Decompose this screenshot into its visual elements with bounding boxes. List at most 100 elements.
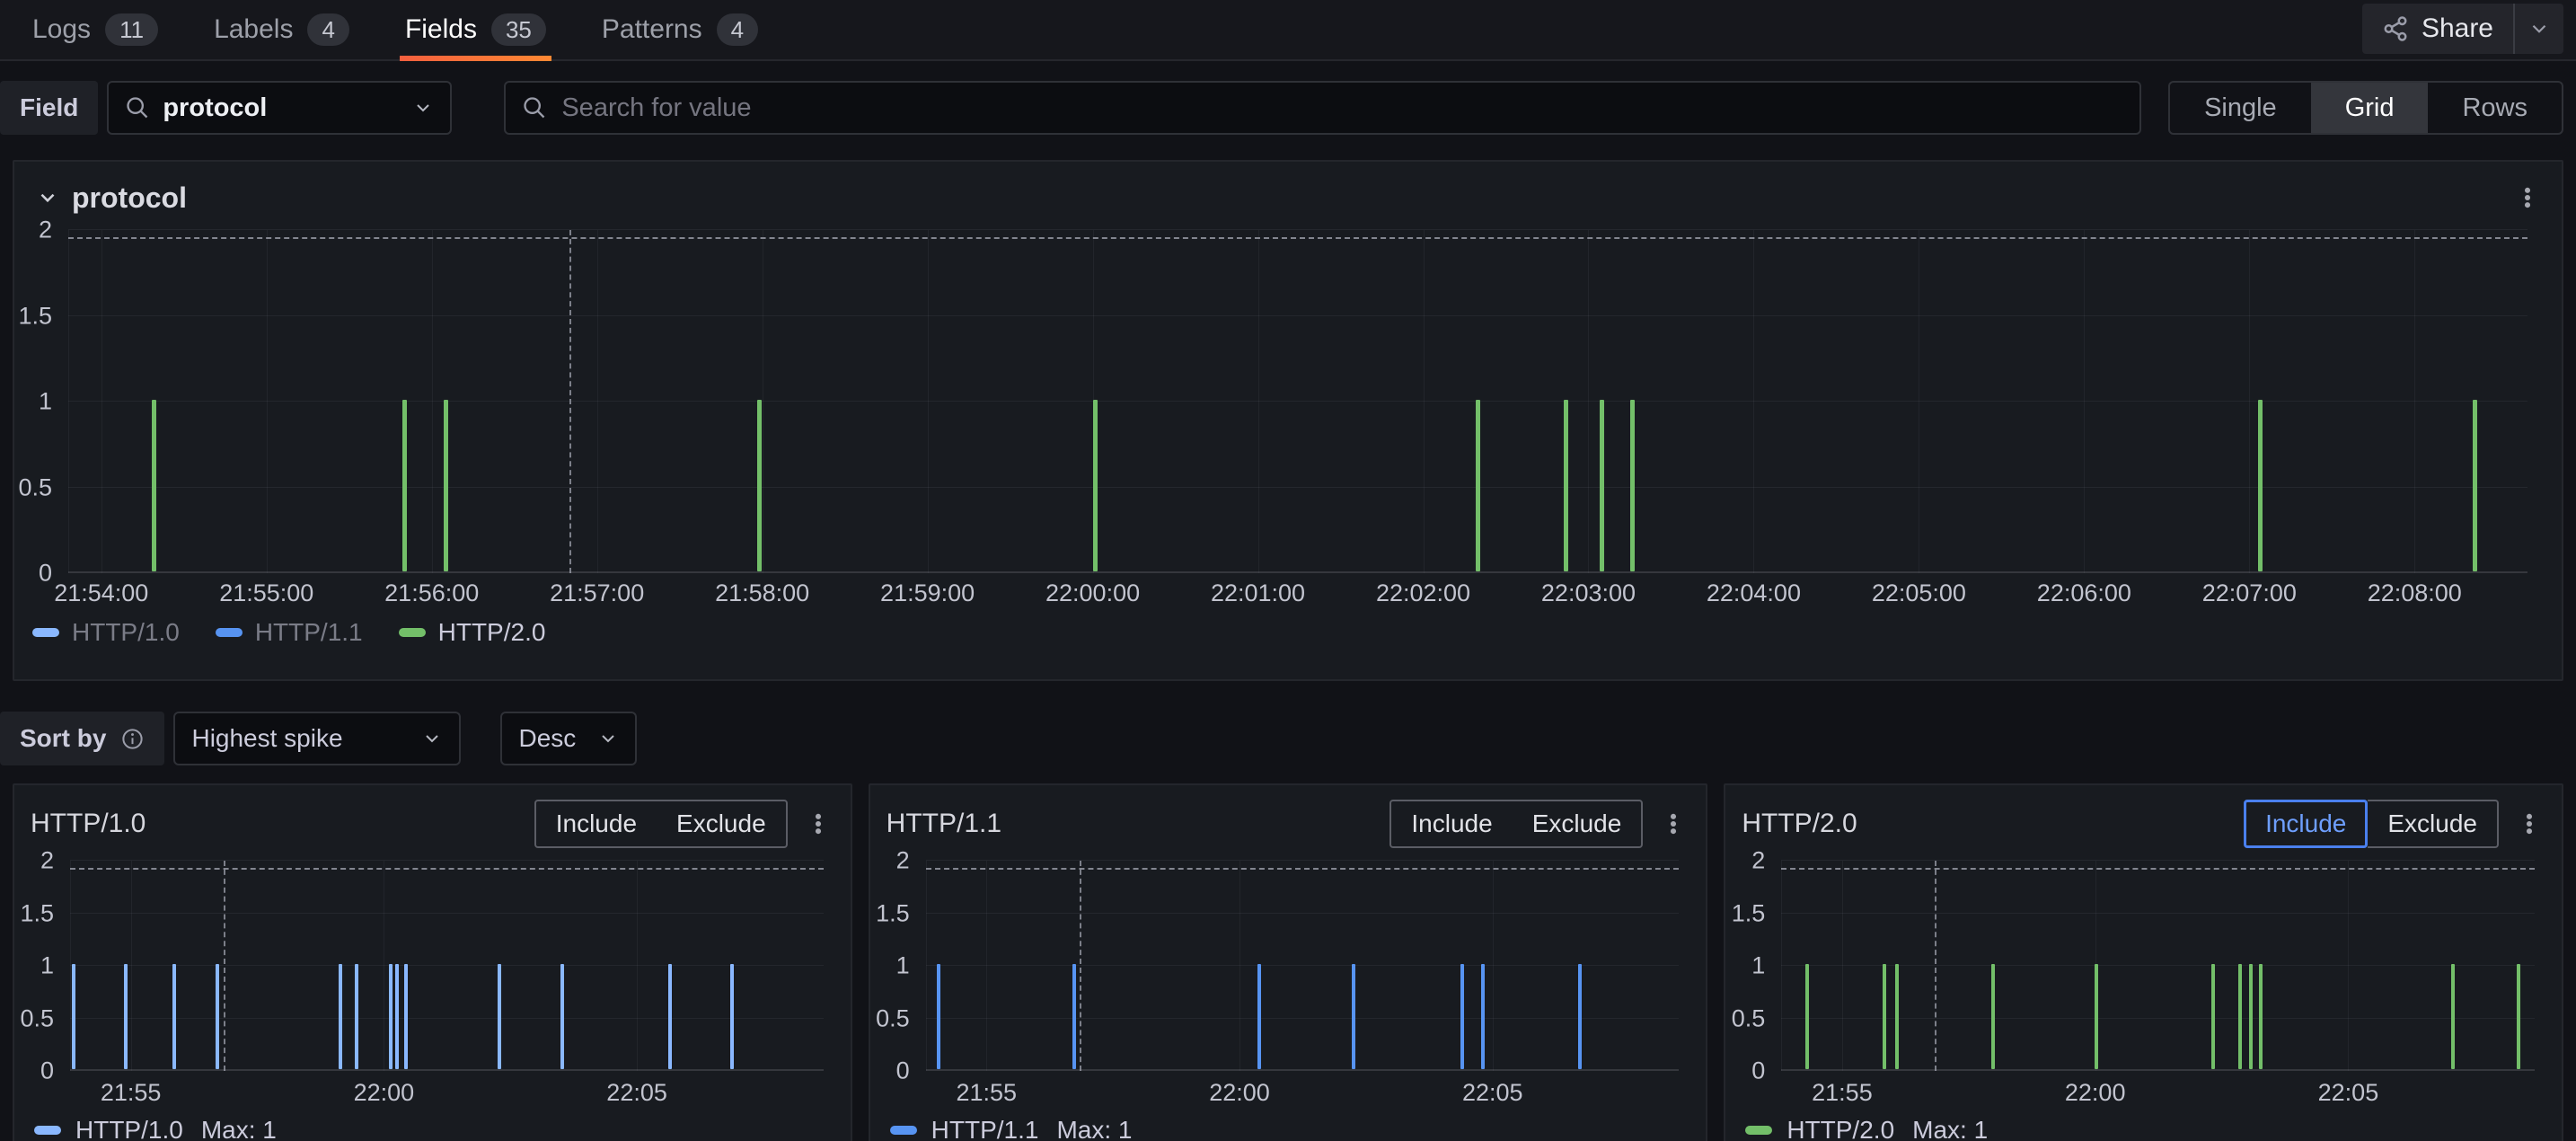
x-gridline xyxy=(986,861,987,1071)
panel-menu-kebab-icon[interactable] xyxy=(2511,181,2544,214)
legend-label: HTTP/1.0 xyxy=(75,1116,183,1141)
value-panel-header: HTTP/1.0 Include Exclude xyxy=(23,800,834,848)
include-button[interactable]: Include xyxy=(2244,800,2368,848)
exclude-button[interactable]: Exclude xyxy=(1513,801,1642,846)
x-gridline xyxy=(2414,230,2415,573)
chevron-down-icon xyxy=(597,728,619,749)
protocol-overview-panel: protocol 00.511.52 21:54:0021:55:0021:56… xyxy=(13,160,2563,681)
x-gridline xyxy=(928,230,929,573)
field-value-panels: HTTP/1.0 Include Exclude 00.511.52 21:55… xyxy=(13,783,2563,1141)
mini-chart-legend[interactable]: HTTP/1.0 Max: 1 xyxy=(34,1116,834,1141)
tab-labels[interactable]: Labels 4 xyxy=(208,0,355,59)
view-option-single[interactable]: Single xyxy=(2170,83,2311,133)
http10-bar xyxy=(216,964,219,1069)
http20-bar xyxy=(444,400,448,571)
y-gridline xyxy=(70,860,824,861)
exclude-button[interactable]: Exclude xyxy=(2368,800,2499,848)
http20-bar xyxy=(2258,400,2263,571)
http11-bar xyxy=(1352,964,1355,1069)
y-axis-labels: 00.511.52 xyxy=(23,861,61,1071)
legend-label: HTTP/1.1 xyxy=(931,1116,1039,1141)
field-select[interactable]: protocol xyxy=(107,81,452,135)
share-menu-button[interactable] xyxy=(2515,4,2563,54)
sort-direction-select[interactable]: Desc xyxy=(500,712,637,765)
x-axis-labels: 21:5522:0022:05 xyxy=(1781,1071,2535,1107)
legend-item-http10[interactable]: HTTP/1.0 xyxy=(32,618,180,647)
collapse-chevron-icon[interactable] xyxy=(36,186,59,209)
tab-logs[interactable]: Logs 11 xyxy=(27,0,163,59)
tab-logs-label: Logs xyxy=(32,14,91,45)
share-button[interactable]: Share xyxy=(2362,4,2513,54)
http20-chart: 00.511.52 21:5522:0022:05 xyxy=(1734,861,2545,1107)
x-tick-label: 22:07:00 xyxy=(2202,581,2297,606)
legend-color-pill xyxy=(34,1126,61,1135)
view-option-rows[interactable]: Rows xyxy=(2428,83,2562,133)
value-panel-http20: HTTP/2.0 Include Exclude 00.511.52 21:55… xyxy=(1724,783,2563,1141)
tab-patterns-label: Patterns xyxy=(602,14,702,45)
x-tick-label: 21:58:00 xyxy=(715,581,809,606)
legend-label: HTTP/2.0 xyxy=(1786,1116,1894,1141)
exclude-button[interactable]: Exclude xyxy=(657,801,786,846)
x-axis-labels: 21:5522:0022:05 xyxy=(926,1071,1680,1107)
field-label-box: Field xyxy=(0,81,98,135)
sort-by-select-value: Highest spike xyxy=(191,724,342,753)
http10-bar xyxy=(560,964,564,1069)
http20-bar xyxy=(2259,964,2263,1069)
http10-bar xyxy=(389,964,393,1069)
protocol-panel-header[interactable]: protocol xyxy=(23,176,2544,219)
include-exclude-group: Include Exclude xyxy=(2244,800,2499,848)
tab-labels-count-badge: 4 xyxy=(307,13,348,46)
tab-patterns-count-badge: 4 xyxy=(717,13,758,46)
info-circle-icon[interactable] xyxy=(120,727,145,751)
http20-bar xyxy=(2095,964,2098,1069)
value-panel-title: HTTP/2.0 xyxy=(1742,809,1857,839)
x-tick-label: 22:01:00 xyxy=(1211,581,1305,606)
value-panel-http10: HTTP/1.0 Include Exclude 00.511.52 21:55… xyxy=(13,783,852,1141)
tab-patterns[interactable]: Patterns 4 xyxy=(596,0,763,59)
layout-view-toggle: Single Grid Rows xyxy=(2168,81,2563,135)
include-button[interactable]: Include xyxy=(536,801,657,846)
y-tick-label: 1 xyxy=(39,390,52,414)
legend-item-http11[interactable]: HTTP/1.1 xyxy=(216,618,363,647)
mini-chart-legend[interactable]: HTTP/1.1 Max: 1 xyxy=(890,1116,1690,1141)
y-tick-label: 0.5 xyxy=(20,1006,54,1030)
x-gridline xyxy=(131,861,132,1071)
value-panel-header: HTTP/2.0 Include Exclude xyxy=(1734,800,2545,848)
y-tick-label: 1 xyxy=(1751,954,1765,978)
value-search-input[interactable] xyxy=(561,93,2123,123)
y-tick-label: 2 xyxy=(40,849,54,873)
panel-menu-kebab-icon[interactable] xyxy=(1657,808,1689,840)
value-search-box xyxy=(504,81,2141,135)
legend-color-pill xyxy=(890,1126,917,1135)
panel-menu-kebab-icon[interactable] xyxy=(2513,808,2545,840)
http20-bar xyxy=(1895,964,1899,1069)
http11-bar xyxy=(1257,964,1261,1069)
x-axis-labels: 21:54:0021:55:0021:56:0021:57:0021:58:00… xyxy=(68,573,2527,607)
x-tick-label: 22:05 xyxy=(1462,1081,1523,1105)
tab-fields[interactable]: Fields 35 xyxy=(400,0,551,59)
include-exclude-group: Include Exclude xyxy=(534,800,788,848)
http10-bar xyxy=(395,964,399,1069)
panel-menu-kebab-icon[interactable] xyxy=(802,808,834,840)
include-button[interactable]: Include xyxy=(1391,801,1512,846)
legend-label: HTTP/1.0 xyxy=(72,618,180,647)
chart-plot-area xyxy=(1781,861,2535,1071)
top-tab-bar: Logs 11 Labels 4 Fields 35 Patterns 4 xyxy=(0,0,2576,61)
http20-bar xyxy=(1630,400,1635,571)
mini-chart-legend[interactable]: HTTP/2.0 Max: 1 xyxy=(1745,1116,2545,1141)
y-tick-label: 1.5 xyxy=(20,901,54,925)
tab-fields-count-badge: 35 xyxy=(491,13,546,46)
x-tick-label: 22:02:00 xyxy=(1376,581,1470,606)
y-tick-label: 0.5 xyxy=(1732,1006,1766,1030)
sort-by-select[interactable]: Highest spike xyxy=(173,712,461,765)
x-gridline xyxy=(1588,230,1589,573)
legend-color-pill xyxy=(32,628,59,637)
view-option-grid[interactable]: Grid xyxy=(2311,83,2429,133)
x-gridline xyxy=(1753,230,1754,573)
field-select-value: protocol xyxy=(163,93,267,123)
x-tick-label: 22:05 xyxy=(606,1081,667,1105)
value-panel-http11: HTTP/1.1 Include Exclude 00.511.52 21:55… xyxy=(869,783,1708,1141)
search-icon xyxy=(125,95,150,120)
legend-item-http20[interactable]: HTTP/2.0 xyxy=(399,618,546,647)
y-tick-label: 1.5 xyxy=(876,901,910,925)
